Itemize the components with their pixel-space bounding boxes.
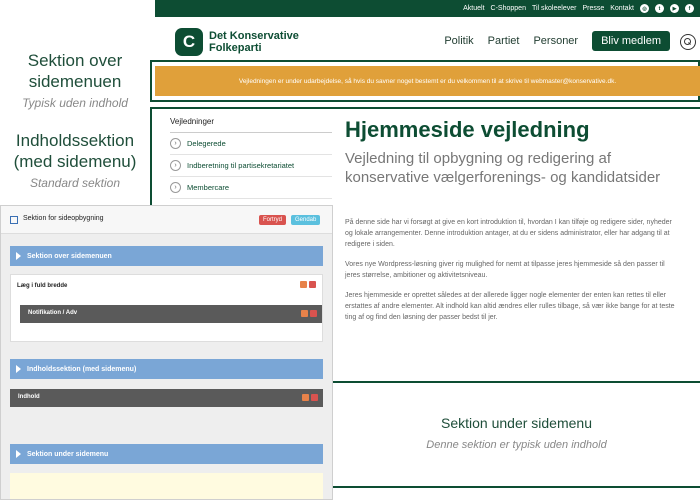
sidemenu-item-label: Delegerede xyxy=(187,139,226,148)
collapse-triangle-icon xyxy=(16,252,21,260)
party-logo-text[interactable]: Det Konservative Folkeparti xyxy=(209,30,299,54)
section-bar-over[interactable]: Sektion over sidemenuen xyxy=(10,246,323,266)
annotation-content-title: Indholdssektion (med sidemenu) xyxy=(13,131,137,171)
section-under-dropzone[interactable] xyxy=(10,473,323,499)
utility-bar: Aktuelt C-Shoppen Til skoleelever Presse… xyxy=(155,0,700,17)
row-block-full-width: Læg i fuld bredde Notifikation / Adv xyxy=(10,274,323,342)
section-bar-content[interactable]: Indholdssektion (med sidemenu) xyxy=(10,359,323,379)
annotation-under-title: Sektion under sidemenu xyxy=(441,415,592,431)
logo-line1: Det Konservative xyxy=(209,30,299,42)
annotation-over-title: Sektion over sidemenuen xyxy=(27,51,123,91)
annotation-over-subtitle: Typisk uden indhold xyxy=(22,96,128,110)
nav-item-partiet[interactable]: Partiet xyxy=(488,35,520,47)
edit-icon[interactable] xyxy=(300,281,307,288)
main-content: Hjemmeside vejledning Vejledning til opb… xyxy=(345,117,675,323)
section-under: Sektion under sidemenu Denne sektion er … xyxy=(333,383,700,488)
content-paragraph-2: Vores nye Wordpress-løsning giver rig mu… xyxy=(345,261,665,279)
facebook-icon[interactable]: f xyxy=(685,4,694,13)
nav-item-personer[interactable]: Personer xyxy=(533,35,578,47)
annotation-content: Indholdssektion (med sidemenu) Standard … xyxy=(0,130,150,190)
row-label: Læg i fuld bredde xyxy=(17,283,68,289)
sidemenu-title: Vejledninger xyxy=(170,117,332,133)
topbar-link-cshoppen[interactable]: C-Shoppen xyxy=(491,5,526,12)
delete-icon[interactable] xyxy=(311,394,318,401)
sidemenu-item-label: Indberetning til partisekretariatet xyxy=(187,161,295,170)
search-icon[interactable] xyxy=(680,34,696,50)
page-builder-panel: Sektion for sideopbygning Fortryd Gendab… xyxy=(0,205,333,500)
notice-banner: Vejledningen er under udarbejdelse, så h… xyxy=(155,66,700,96)
logo-line2: Folkeparti xyxy=(209,42,262,54)
page-builder-header: Sektion for sideopbygning Fortryd Gendab xyxy=(1,206,332,234)
row-controls xyxy=(300,281,316,288)
topbar-link-presse[interactable]: Presse xyxy=(582,5,604,12)
page-subtitle: Vejledning til opbygning og redigering a… xyxy=(345,150,661,186)
notice-banner-text: Vejledningen er under udarbejdelse, så h… xyxy=(238,77,617,85)
section-content-outline-top xyxy=(150,107,700,109)
annotation-over: Sektion over sidemenuen Typisk uden indh… xyxy=(0,50,150,110)
chevron-right-icon: › xyxy=(170,182,181,193)
module-notification[interactable]: Notifikation / Adv xyxy=(20,305,322,323)
sidemenu-item-membercare[interactable]: › Membercare xyxy=(170,177,332,199)
annotation-under-subtitle: Denne sektion er typisk uden indhold xyxy=(426,439,607,451)
become-member-button[interactable]: Bliv medlem xyxy=(592,31,670,51)
content-paragraph-3: Jeres hjemmeside er oprettet således at … xyxy=(345,292,675,321)
sidemenu: Vejledninger › Delegerede › Indberetning… xyxy=(170,117,332,199)
edit-icon[interactable] xyxy=(302,394,309,401)
delete-icon[interactable] xyxy=(309,281,316,288)
module-label: Notifikation / Adv xyxy=(28,310,78,316)
chevron-right-icon: › xyxy=(170,138,181,149)
party-logo-icon[interactable]: C xyxy=(175,28,203,56)
instagram-icon[interactable]: ◎ xyxy=(640,4,649,13)
module-label: Indhold xyxy=(18,394,40,400)
section-under-outline-bottom xyxy=(333,486,700,488)
collapse-triangle-icon xyxy=(16,450,21,458)
topbar-link-aktuelt[interactable]: Aktuelt xyxy=(463,5,484,12)
section-bar-label: Sektion under sidemenu xyxy=(27,450,109,458)
section-bar-label: Sektion over sidemenuen xyxy=(27,252,112,260)
site-header: C Det Konservative Folkeparti Politik Pa… xyxy=(155,17,700,65)
sidemenu-item-indberetning[interactable]: › Indberetning til partisekretariatet xyxy=(170,155,332,177)
edit-icon[interactable] xyxy=(301,310,308,317)
module-controls xyxy=(301,310,317,317)
module-controls xyxy=(302,394,318,401)
page-builder-title: Sektion for sideopbygning xyxy=(23,215,104,222)
nav-item-politik[interactable]: Politik xyxy=(444,35,473,47)
collapse-triangle-icon xyxy=(16,365,21,373)
restore-button[interactable]: Gendab xyxy=(291,215,321,225)
chevron-right-icon: › xyxy=(170,160,181,171)
page: Sektion over sidemenuen Typisk uden indh… xyxy=(0,0,700,500)
main-nav: Politik Partiet Personer Bliv medlem xyxy=(444,31,670,51)
section-bar-label: Indholdssektion (med sidemenu) xyxy=(27,365,137,373)
topbar-link-kontakt[interactable]: Kontakt xyxy=(610,5,634,12)
revert-button[interactable]: Fortryd xyxy=(259,215,287,225)
content-paragraph-1: På denne side har vi forsøgt at give en … xyxy=(345,219,672,248)
topbar-link-skoleelever[interactable]: Til skoleelever xyxy=(532,5,576,12)
sidemenu-item-delegerede[interactable]: › Delegerede xyxy=(170,133,332,155)
twitter-icon[interactable]: t xyxy=(655,4,664,13)
delete-icon[interactable] xyxy=(310,310,317,317)
sidemenu-item-label: Membercare xyxy=(187,183,230,192)
youtube-icon[interactable]: ▶ xyxy=(670,4,679,13)
annotation-content-subtitle: Standard sektion xyxy=(29,176,121,190)
module-content[interactable]: Indhold xyxy=(10,389,323,407)
section-bar-under[interactable]: Sektion under sidemenu xyxy=(10,444,323,464)
page-title: Hjemmeside vejledning xyxy=(345,117,590,142)
layout-grid-icon xyxy=(10,216,18,224)
